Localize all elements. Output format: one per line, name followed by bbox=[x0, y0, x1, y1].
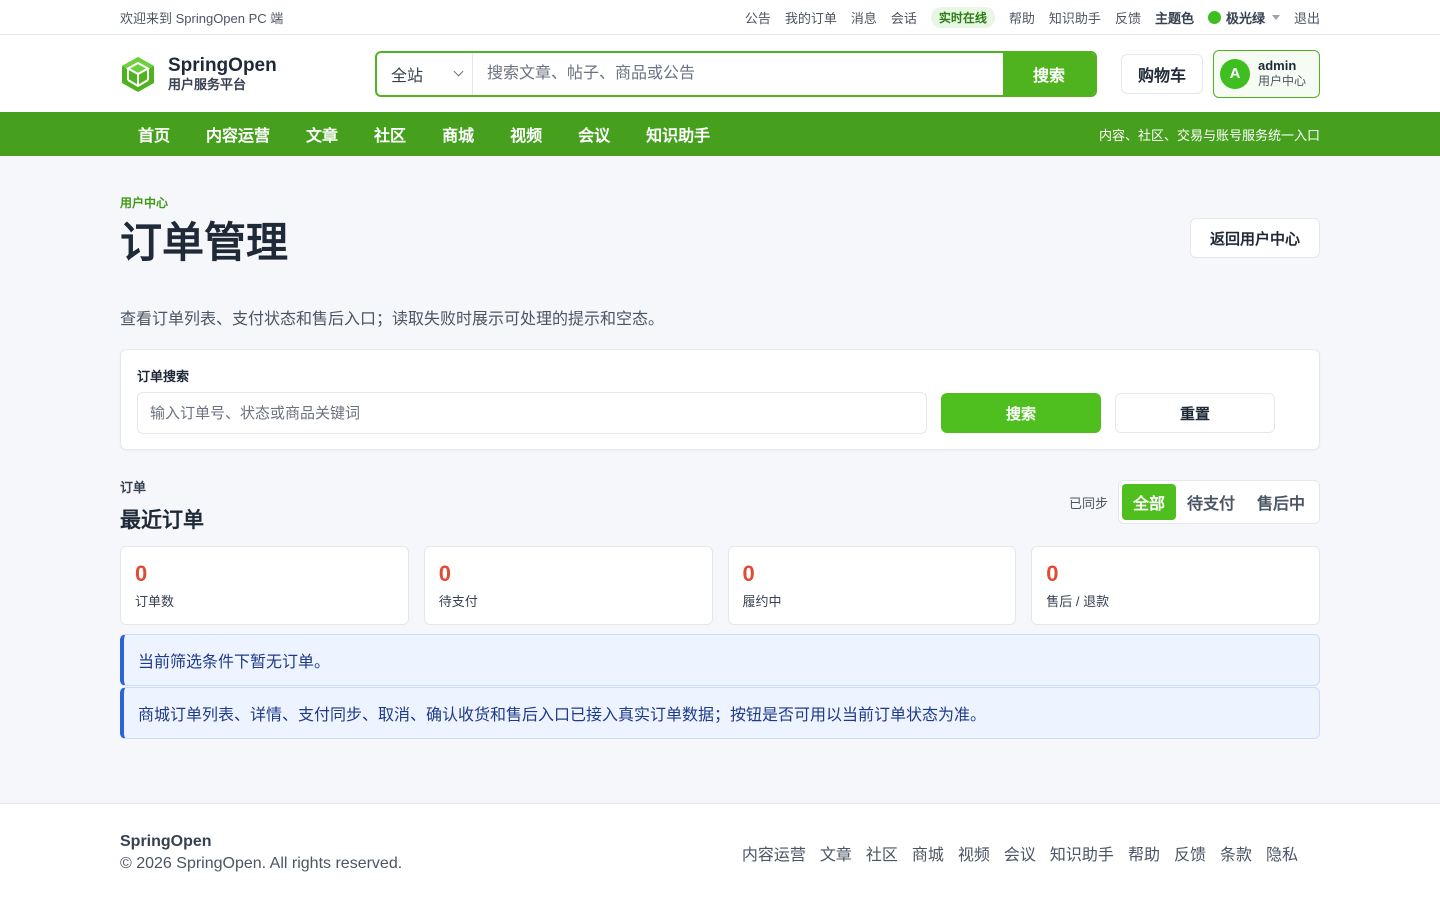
nav-item-articles[interactable]: 文章 bbox=[288, 122, 356, 146]
order-reset-button[interactable]: 重置 bbox=[1115, 393, 1275, 433]
orders-title: 最近订单 bbox=[120, 509, 204, 532]
global-search-button[interactable]: 搜索 bbox=[1003, 52, 1095, 95]
caret-down-icon bbox=[1271, 14, 1280, 20]
top-links: 公告 我的订单 消息 会话 实时在线 帮助 知识助手 反馈 主题色 极光绿 退出 bbox=[745, 6, 1320, 28]
nav-item-meetings[interactable]: 会议 bbox=[560, 122, 628, 146]
theme-select[interactable]: 极光绿 bbox=[1207, 8, 1280, 27]
stat-card-after-sales-refund: 0 售后 / 退款 bbox=[1031, 546, 1320, 625]
orders-section-header: 订单 最近订单 已同步 全部 待支付 售后中 bbox=[120, 477, 1320, 534]
nav-item-community[interactable]: 社区 bbox=[356, 122, 424, 146]
theme-label: 主题色 bbox=[1154, 10, 1194, 26]
top-link-feedback[interactable]: 反馈 bbox=[1115, 8, 1141, 27]
logout-link[interactable]: 退出 bbox=[1294, 8, 1320, 27]
order-search-label: 订单搜索 bbox=[137, 369, 190, 384]
top-link-announcement[interactable]: 公告 bbox=[745, 8, 771, 27]
footer-link-meetings[interactable]: 会议 bbox=[1004, 841, 1036, 865]
order-stats: 0 订单数 0 待支付 0 履约中 0 售后 / 退款 bbox=[120, 546, 1320, 625]
footer-link-community[interactable]: 社区 bbox=[866, 841, 898, 865]
order-search-button[interactable]: 搜索 bbox=[941, 393, 1101, 433]
stat-value: 0 bbox=[1046, 561, 1059, 586]
footer-link-terms[interactable]: 条款 bbox=[1220, 841, 1252, 865]
stat-value: 0 bbox=[438, 561, 451, 586]
user-center-label: 用户中心 bbox=[1258, 74, 1307, 88]
footer-brand: SpringOpen bbox=[120, 833, 212, 850]
stat-value: 0 bbox=[135, 561, 148, 586]
empty-orders-notice: 当前筛选条件下暂无订单。 bbox=[120, 634, 1320, 686]
theme-color-swatch-icon bbox=[1207, 10, 1221, 24]
stat-value: 0 bbox=[742, 561, 755, 586]
footer-copyright: © 2026 SpringOpen. All rights reserved. bbox=[120, 855, 403, 872]
logo-name: SpringOpen bbox=[168, 54, 277, 76]
orders-kicker: 订单 bbox=[120, 480, 147, 495]
logo-subtitle: 用户服务平台 bbox=[168, 76, 247, 92]
filter-tab-pending-payment[interactable]: 待支付 bbox=[1176, 484, 1246, 520]
filter-tab-all[interactable]: 全部 bbox=[1121, 484, 1176, 520]
main-nav: 首页 内容运营 文章 社区 商城 视频 会议 知识助手 内容、社区、交易与账号服… bbox=[0, 112, 1440, 156]
user-center-button[interactable]: A admin 用户中心 bbox=[1213, 49, 1320, 98]
top-link-knowledge-assistant[interactable]: 知识助手 bbox=[1049, 8, 1101, 27]
global-search: 全站 搜索 bbox=[375, 50, 1097, 97]
order-search-card: 订单搜索 搜索 重置 bbox=[120, 349, 1320, 450]
footer-link-privacy[interactable]: 隐私 bbox=[1266, 841, 1298, 865]
nav-item-content-ops[interactable]: 内容运营 bbox=[188, 122, 288, 146]
stat-label: 待支付 bbox=[438, 594, 478, 609]
chevron-down-icon bbox=[453, 66, 464, 77]
nav-items: 首页 内容运营 文章 社区 商城 视频 会议 知识助手 bbox=[120, 122, 728, 146]
top-link-help[interactable]: 帮助 bbox=[1009, 8, 1035, 27]
breadcrumb[interactable]: 用户中心 bbox=[120, 194, 1320, 211]
search-scope-value: 全站 bbox=[391, 67, 424, 85]
stat-card-pending-payment: 0 待支付 bbox=[423, 546, 713, 625]
footer-link-articles[interactable]: 文章 bbox=[820, 841, 852, 865]
order-search-input[interactable] bbox=[137, 392, 927, 434]
page-description: 查看订单列表、支付状态和售后入口；读取失败时展示可处理的提示和空态。 bbox=[120, 311, 665, 328]
back-to-user-center-button[interactable]: 返回用户中心 bbox=[1190, 218, 1320, 258]
cart-button[interactable]: 购物车 bbox=[1121, 53, 1203, 94]
nav-item-knowledge-assistant[interactable]: 知识助手 bbox=[628, 122, 728, 146]
stat-label: 订单数 bbox=[135, 594, 175, 609]
theme-value: 极光绿 bbox=[1225, 10, 1265, 26]
footer-links: 内容运营 文章 社区 商城 视频 会议 知识助手 帮助 反馈 条款 隐私 bbox=[742, 841, 1320, 865]
stat-card-total-orders: 0 订单数 bbox=[120, 546, 409, 625]
page-title: 订单管理 bbox=[120, 219, 289, 266]
logo[interactable]: SpringOpen 用户服务平台 bbox=[120, 55, 375, 93]
header: SpringOpen 用户服务平台 全站 搜索 购物车 A admin 用户中心 bbox=[0, 35, 1440, 112]
nav-tagline: 内容、社区、交易与账号服务统一入口 bbox=[1098, 127, 1320, 143]
footer-link-video[interactable]: 视频 bbox=[958, 841, 990, 865]
nav-item-home[interactable]: 首页 bbox=[120, 122, 188, 146]
nav-item-video[interactable]: 视频 bbox=[492, 122, 560, 146]
orders-info-notice: 商城订单列表、详情、支付同步、取消、确认收货和售后入口已接入真实订单数据；按钮是… bbox=[120, 687, 1320, 739]
stat-card-fulfilling: 0 履约中 bbox=[727, 546, 1017, 625]
stat-label: 履约中 bbox=[742, 594, 782, 609]
footer-link-mall[interactable]: 商城 bbox=[912, 841, 944, 865]
top-link-conversations[interactable]: 会话 bbox=[891, 8, 917, 27]
order-filter-tabs: 全部 待支付 售后中 bbox=[1117, 480, 1320, 524]
user-name: admin bbox=[1258, 58, 1297, 73]
sync-status: 已同步 bbox=[1068, 495, 1108, 511]
footer-link-knowledge-assistant[interactable]: 知识助手 bbox=[1050, 841, 1114, 865]
cube-logo-icon bbox=[122, 56, 154, 92]
main-content: 用户中心 订单管理 返回用户中心 查看订单列表、支付状态和售后入口；读取失败时展… bbox=[0, 156, 1440, 803]
footer-link-content-ops[interactable]: 内容运营 bbox=[742, 841, 806, 865]
footer-link-feedback[interactable]: 反馈 bbox=[1174, 841, 1206, 865]
welcome-text: 欢迎来到 SpringOpen PC 端 bbox=[120, 10, 284, 26]
online-status-badge: 实时在线 bbox=[930, 6, 995, 28]
global-search-input[interactable] bbox=[473, 52, 1003, 95]
filter-tab-after-sales[interactable]: 售后中 bbox=[1246, 484, 1316, 520]
top-link-my-orders[interactable]: 我的订单 bbox=[785, 8, 837, 27]
footer-link-help[interactable]: 帮助 bbox=[1128, 841, 1160, 865]
footer: SpringOpen © 2026 SpringOpen. All rights… bbox=[0, 803, 1440, 900]
stat-label: 售后 / 退款 bbox=[1046, 594, 1110, 609]
top-bar: 欢迎来到 SpringOpen PC 端 公告 我的订单 消息 会话 实时在线 … bbox=[0, 0, 1440, 35]
top-link-messages[interactable]: 消息 bbox=[851, 8, 877, 27]
avatar: A bbox=[1220, 58, 1250, 89]
search-scope-select[interactable]: 全站 bbox=[377, 52, 473, 95]
nav-item-mall[interactable]: 商城 bbox=[424, 122, 492, 146]
